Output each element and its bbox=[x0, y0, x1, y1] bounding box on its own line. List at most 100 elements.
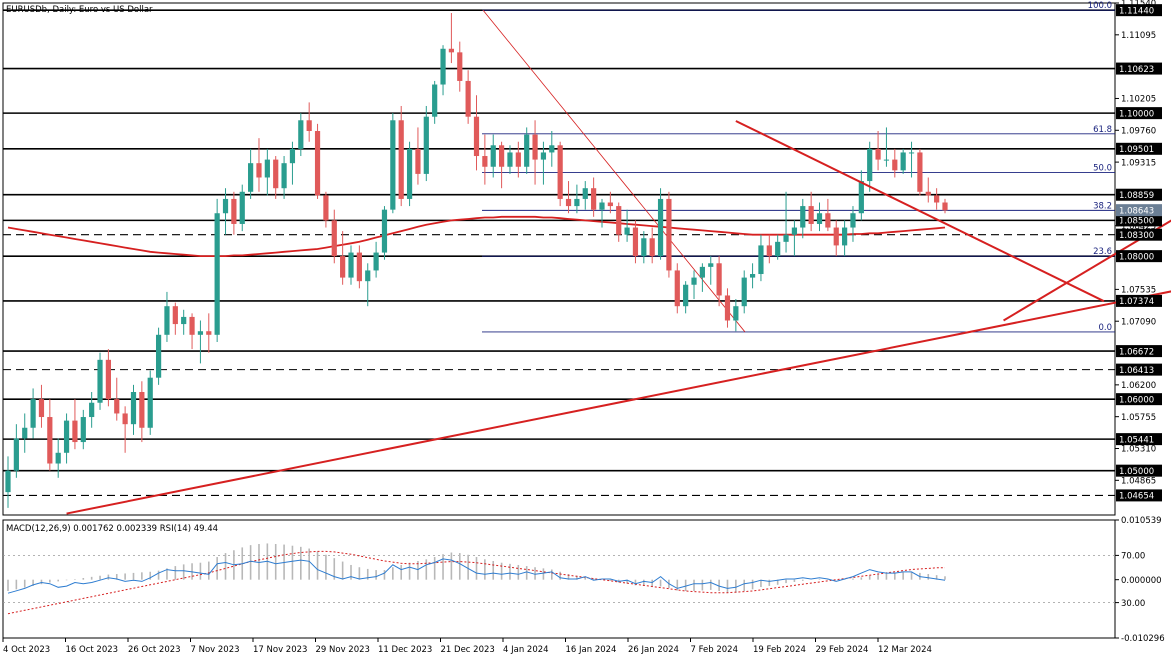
price-tick-label: 1.07090 bbox=[1121, 317, 1156, 327]
candle-body bbox=[406, 148, 413, 199]
time-tick-label: 7 Feb 2024 bbox=[691, 645, 739, 655]
candle-body bbox=[775, 241, 781, 257]
candle-body bbox=[791, 227, 798, 235]
candle-body bbox=[38, 399, 45, 418]
candle-body bbox=[749, 274, 756, 278]
candle-body bbox=[80, 417, 86, 443]
candle-body bbox=[934, 195, 940, 203]
candle-body bbox=[858, 181, 864, 214]
candle-body bbox=[264, 159, 270, 178]
candle-body bbox=[883, 159, 890, 161]
fib-level-label: 0.0 bbox=[1098, 323, 1112, 333]
candle-body bbox=[423, 116, 429, 174]
candle-body bbox=[557, 145, 563, 199]
time-tick-label: 12 Mar 2024 bbox=[878, 645, 932, 655]
chart-canvas: 100.061.850.038.223.60.0 1.114401.106231… bbox=[2, 0, 1171, 655]
candle-body bbox=[130, 392, 137, 425]
candle-body bbox=[808, 206, 814, 224]
candle-body bbox=[139, 392, 145, 428]
candle-body bbox=[800, 206, 806, 228]
candle-body bbox=[55, 452, 61, 464]
fib-level-label: 61.8 bbox=[1093, 125, 1112, 135]
candle-body bbox=[206, 331, 212, 335]
time-tick-label: 4 Oct 2023 bbox=[3, 645, 50, 655]
candle-body bbox=[298, 120, 304, 149]
candle-body bbox=[733, 306, 739, 321]
fib-level-label: 100.0 bbox=[1088, 1, 1112, 11]
candle-body bbox=[197, 331, 204, 335]
price-tick-label: 1.11095 bbox=[1121, 31, 1156, 41]
price-tick-label: 1.07535 bbox=[1121, 286, 1156, 296]
candle-body bbox=[741, 277, 747, 307]
fibonacci-retracement[interactable]: 100.0 61.8 50.0 38.2 23.6 0.0 bbox=[482, 1, 1115, 333]
candle-body bbox=[122, 413, 128, 425]
candle-body bbox=[708, 263, 714, 267]
candle-body bbox=[842, 227, 848, 246]
candle-body bbox=[867, 148, 873, 182]
time-tick-label: 26 Oct 2023 bbox=[128, 645, 181, 655]
candle-body bbox=[172, 306, 178, 325]
candle-body bbox=[72, 420, 78, 443]
candle-body bbox=[515, 152, 521, 167]
trendline[interactable] bbox=[66, 256, 1171, 515]
candle-body bbox=[649, 238, 655, 257]
candle-body bbox=[925, 191, 931, 196]
candle-body bbox=[482, 156, 488, 167]
candle-body bbox=[214, 213, 220, 335]
candle-body bbox=[892, 159, 898, 171]
candle-body bbox=[716, 263, 722, 296]
fib-anchor-line[interactable] bbox=[482, 9, 746, 333]
candle-body bbox=[624, 227, 630, 235]
candle-body bbox=[114, 399, 120, 414]
candle-body bbox=[248, 163, 254, 192]
fib-level-label: 50.0 bbox=[1093, 163, 1112, 173]
candle-body bbox=[507, 152, 513, 167]
candle-body bbox=[816, 213, 823, 224]
candle-body bbox=[181, 316, 187, 325]
time-tick-label: 16 Jan 2024 bbox=[566, 645, 617, 655]
indicator-panel-frame bbox=[2, 519, 1116, 639]
time-tick-label: 11 Dec 2023 bbox=[378, 645, 432, 655]
time-tick-label: 17 Nov 2023 bbox=[253, 645, 307, 655]
price-tick-label: 1.05310 bbox=[1121, 445, 1156, 455]
candle-body bbox=[365, 270, 371, 282]
chart-window: 100.0 61.8 50.0 38.2 23.6 0.0 1.11440 1.10623 1… bbox=[0, 0, 1171, 660]
candle-body bbox=[532, 134, 538, 160]
candle-body bbox=[289, 148, 296, 164]
indicator-title: MACD(12,26,9) 0.001762 0.002339 RSI(14) … bbox=[6, 524, 218, 534]
candle-body bbox=[432, 84, 438, 117]
level-price-label: 1.08000 bbox=[1119, 252, 1154, 262]
indicator-tick-label: 70.00 bbox=[1121, 552, 1145, 562]
candle-body bbox=[850, 213, 856, 228]
candle-body bbox=[616, 206, 622, 235]
candle-body bbox=[30, 399, 36, 428]
level-price-label: 1.08300 bbox=[1119, 231, 1154, 241]
level-price-label: 1.10623 bbox=[1119, 65, 1154, 75]
candle-body bbox=[549, 145, 555, 153]
level-price-label: 1.10000 bbox=[1119, 109, 1154, 119]
candle-body bbox=[105, 359, 111, 400]
price-tick-label: 1.09760 bbox=[1121, 126, 1156, 136]
candle-body bbox=[574, 198, 580, 207]
indicator-tick-label: -0.010296 bbox=[1121, 634, 1165, 644]
time-tick-label: 21 Dec 2023 bbox=[441, 645, 495, 655]
candle-body bbox=[239, 191, 245, 224]
candle-body bbox=[473, 116, 480, 157]
candle-body bbox=[256, 163, 262, 178]
candle-body bbox=[825, 213, 831, 228]
candle-body bbox=[231, 198, 237, 224]
candle-body bbox=[440, 48, 446, 85]
candle-body bbox=[699, 266, 705, 278]
candle-body bbox=[490, 145, 496, 167]
candle-body bbox=[164, 306, 170, 335]
candle-body bbox=[13, 438, 19, 471]
candle-body bbox=[398, 120, 404, 199]
time-tick-label: 4 Jan 2024 bbox=[503, 645, 549, 655]
candle-body bbox=[758, 245, 764, 275]
candle-body bbox=[632, 227, 639, 257]
trendlines[interactable] bbox=[66, 120, 1171, 515]
candle-body bbox=[331, 220, 337, 257]
candle-body bbox=[766, 245, 772, 257]
candle-body bbox=[691, 277, 697, 285]
candle-body bbox=[641, 238, 647, 257]
